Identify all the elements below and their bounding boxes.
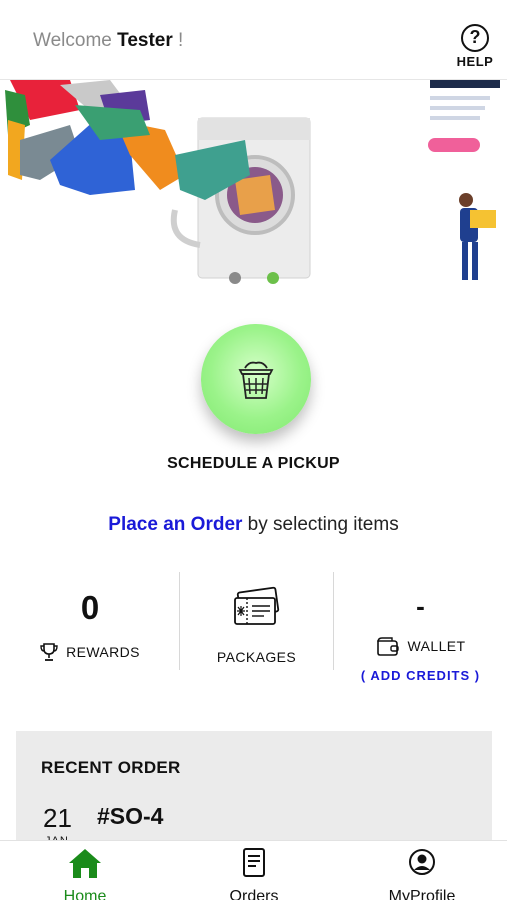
account-stats: 0 REWARDS PACKAGES - WALLET (ADD CREDIT… [0, 572, 507, 692]
banner-image [5, 80, 507, 295]
nav-orders-label: Orders [229, 888, 279, 900]
place-order-prompt: Place an Order by selecting items [0, 514, 507, 536]
recent-order-title: RECENT ORDER [41, 758, 181, 777]
carousel-dot-active[interactable] [267, 272, 279, 284]
welcome-message: Welcome Tester ! [33, 30, 183, 52]
place-order-link[interactable]: Place an Order [108, 514, 242, 535]
home-icon [69, 849, 101, 878]
tickets-icon [233, 586, 279, 625]
wallet-stat[interactable]: - WALLET ( ADD CREDITS ) [334, 572, 507, 683]
packages-label-row: PACKAGES [180, 649, 333, 665]
next-slide-line [430, 96, 490, 100]
rewards-value: 0 [80, 589, 100, 626]
recent-order-card[interactable]: RECENT ORDER 21 JAN #SO-4 [16, 731, 492, 851]
rewards-stat[interactable]: 0 REWARDS [0, 572, 180, 672]
schedule-pickup-button[interactable] [201, 324, 311, 434]
next-slide-title [430, 80, 500, 88]
order-number[interactable]: #SO-4 [97, 803, 163, 830]
document-icon [243, 848, 265, 877]
washer-hose [170, 209, 201, 248]
help-button[interactable]: ? HELP [452, 24, 498, 69]
nav-profile[interactable]: MyProfile [362, 847, 482, 900]
next-slide-line [430, 106, 485, 110]
profile-icon [409, 849, 435, 875]
wallet-icon [376, 637, 399, 656]
carousel-indicator [229, 272, 279, 284]
wallet-value: - [416, 591, 425, 621]
bottom-navigation: Home Orders MyProfile [0, 840, 507, 900]
help-icon: ? [461, 24, 489, 52]
place-order-suffix: by selecting items [242, 514, 399, 535]
nav-home[interactable]: Home [25, 847, 145, 900]
laundry-basket-icon [238, 361, 274, 399]
welcome-exclaim: ! [178, 30, 184, 51]
order-date-day: 21 [43, 803, 72, 833]
washer-panel [198, 118, 310, 140]
rewards-label: REWARDS [66, 644, 140, 660]
help-label: HELP [456, 54, 494, 69]
nav-orders[interactable]: Orders [194, 847, 314, 900]
schedule-pickup-label[interactable]: SCHEDULE A PICKUP [0, 455, 507, 473]
nav-profile-label: MyProfile [388, 888, 456, 900]
app-header: Welcome Tester ! ? HELP [0, 0, 507, 80]
user-name: Tester [117, 30, 173, 51]
nav-home-label: Home [63, 888, 107, 900]
next-slide-line [430, 116, 480, 120]
delivery-person-leg [462, 242, 468, 280]
delivery-person-head [459, 193, 473, 207]
delivery-box [470, 210, 496, 228]
wallet-label-row: WALLET [334, 636, 507, 656]
washer-clothes [235, 175, 275, 215]
trophy-icon [40, 643, 58, 661]
delivery-person-leg [472, 242, 478, 280]
packages-stat[interactable]: PACKAGES [180, 572, 333, 672]
promo-banner-carousel[interactable] [0, 80, 507, 295]
next-slide-button [428, 138, 480, 152]
wallet-label: WALLET [407, 638, 466, 654]
welcome-text: Welcome [33, 30, 112, 51]
packages-label: PACKAGES [216, 649, 297, 665]
carousel-dot[interactable] [229, 272, 241, 284]
rewards-label-row: REWARDS [0, 642, 180, 662]
add-credits-link[interactable]: ( ADD CREDITS ) [334, 668, 507, 683]
